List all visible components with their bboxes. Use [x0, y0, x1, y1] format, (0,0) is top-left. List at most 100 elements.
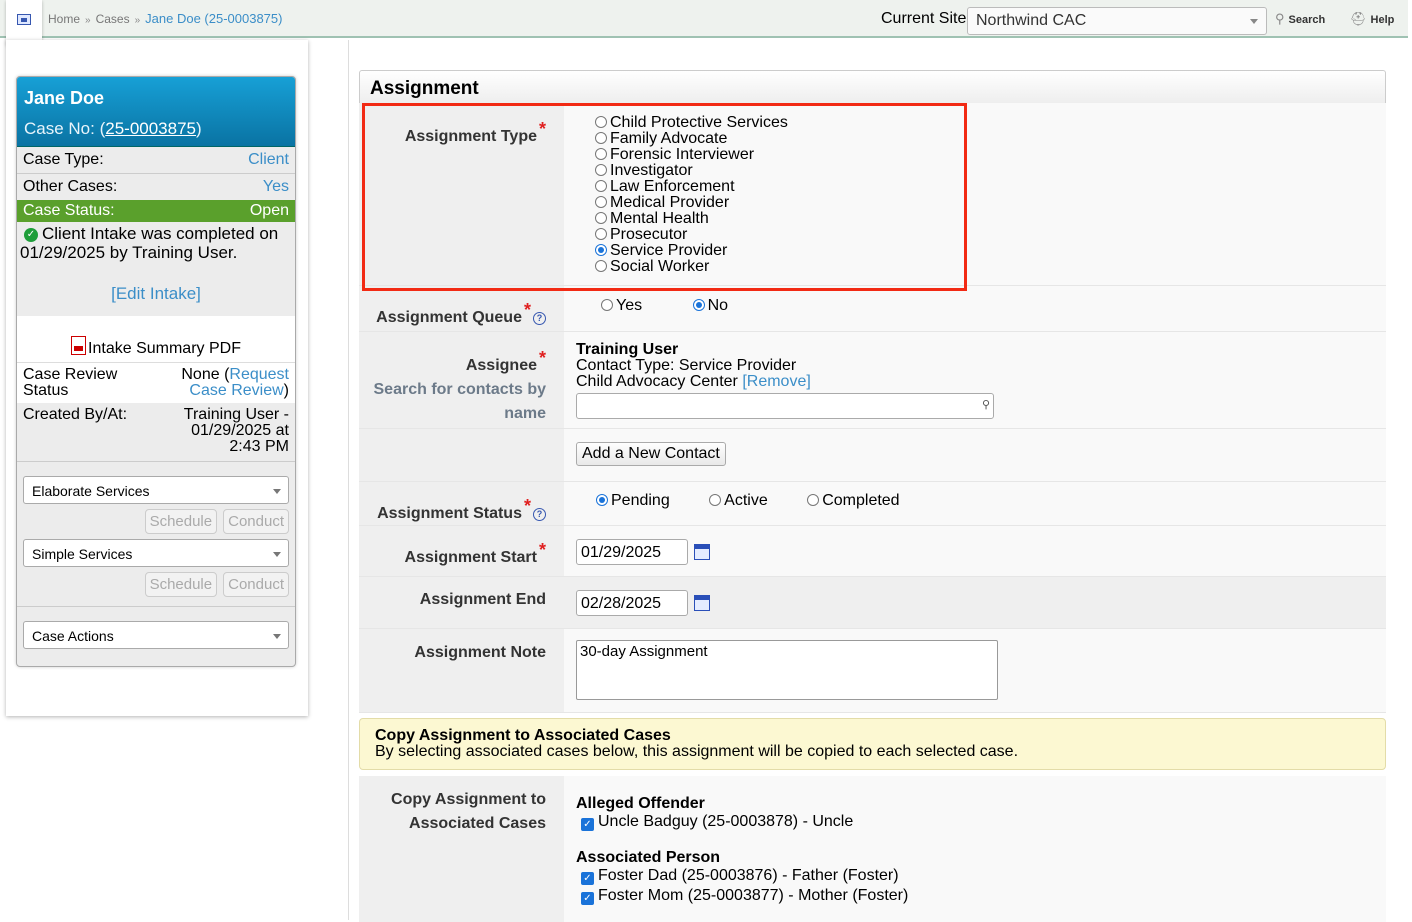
required-icon: * [523, 496, 531, 516]
calendar-icon[interactable] [694, 595, 710, 611]
edit-intake-label[interactable]: [Edit Intake] [111, 284, 201, 303]
queue-no-option[interactable]: No [692, 297, 729, 314]
search-icon: ⚲ [1275, 11, 1285, 26]
divider [17, 461, 295, 462]
option-label: Completed [822, 492, 900, 509]
schedule-button[interactable]: Schedule [144, 572, 218, 597]
radio-icon[interactable] [595, 132, 607, 144]
case-review-row: Case Review Status None (Request Case Rev… [17, 362, 295, 403]
radio-icon[interactable] [595, 148, 607, 160]
radio-selected-icon[interactable] [596, 494, 608, 506]
start-date-input[interactable]: 01/29/2025 [576, 539, 688, 565]
other-cases-label: Other Cases: [23, 178, 118, 195]
search-link[interactable]: ⚲ Search [1275, 11, 1325, 27]
assignment-note-textarea[interactable]: 30-day Assignment [576, 640, 998, 700]
assignment-type-option[interactable]: Social Worker [595, 259, 1386, 275]
chevron-down-icon [273, 634, 281, 639]
assignee-label-text: Assignee [465, 357, 537, 374]
copy-notice-desc: By selecting associated cases below, thi… [375, 743, 1019, 760]
conduct-button[interactable]: Conduct [223, 509, 289, 534]
breadcrumb-home[interactable]: Home [48, 12, 80, 26]
radio-icon[interactable] [595, 260, 607, 272]
assignment-type-option[interactable]: Medical Provider [595, 195, 1386, 211]
case-type-value[interactable]: Client [248, 151, 289, 169]
assignment-type-option[interactable]: Child Protective Services [595, 115, 1386, 131]
breadcrumb-separator-icon: » [134, 15, 141, 26]
assignment-type-option[interactable]: Forensic Interviewer [595, 147, 1386, 163]
option-label: Law Enforcement [610, 178, 735, 195]
copy-cases-row: Copy Assignment to Associated Cases Alle… [359, 776, 1386, 922]
checkbox-checked-icon[interactable]: ✓ [581, 892, 594, 905]
case-number-link[interactable]: 25-0003875 [105, 119, 196, 138]
assignment-queue-options: Yes No [564, 286, 1386, 331]
copy-case-item[interactable]: ✓ Foster Dad (25-0003876) - Father (Foste… [576, 866, 1374, 886]
case-no-prefix: Case No: ( [24, 119, 106, 138]
copy-case-label: Foster Mom (25-0003877) - Mother (Foster… [598, 887, 909, 904]
edit-intake-link[interactable]: [Edit Intake] [17, 284, 295, 316]
case-no-suffix: ) [196, 119, 202, 138]
option-label: Investigator [610, 162, 693, 179]
conduct-button[interactable]: Conduct [223, 572, 289, 597]
queue-yes-option[interactable]: Yes [601, 297, 642, 314]
end-date-input[interactable]: 02/28/2025 [576, 590, 688, 616]
add-new-contact-button[interactable]: Add a New Contact [576, 442, 726, 466]
help-icon[interactable]: ? [533, 312, 546, 325]
radio-icon[interactable] [595, 212, 607, 224]
assignment-type-option[interactable]: Service Provider [595, 243, 1386, 259]
assignment-status-options: Pending Active Completed [564, 482, 1386, 525]
assignment-end-label: Assignment End [359, 577, 564, 628]
assignment-type-option[interactable]: Prosecutor [595, 227, 1386, 243]
case-review-value: None (Request Case Review) [169, 367, 289, 399]
copy-case-item[interactable]: ✓ Foster Mom (25-0003877) - Mother (Foste… [576, 886, 1374, 906]
help-icon[interactable]: ? [533, 508, 546, 521]
option-label: Medical Provider [610, 194, 730, 211]
help-link[interactable]: ⛑ Help [1350, 11, 1394, 27]
current-site-select[interactable]: Northwind CAC [967, 7, 1267, 35]
assignment-status-row: Assignment Status *? Pending Active Compl… [359, 482, 1386, 526]
radio-icon[interactable] [807, 494, 820, 506]
assignment-type-option[interactable]: Family Advocate [595, 131, 1386, 147]
case-actions-select[interactable]: Case Actions [23, 621, 289, 649]
assignment-note-row: Assignment Note 30-day Assignment [359, 629, 1386, 713]
add-contact-cell: Add a New Contact [564, 429, 1386, 481]
case-status-value: Open [249, 202, 289, 219]
simple-services-select[interactable]: Simple Services [23, 539, 289, 567]
other-cases-value[interactable]: Yes [263, 178, 289, 196]
option-label: Active [724, 492, 768, 509]
assignment-start-label: Assignment Start * [359, 526, 564, 576]
breadcrumb-cases[interactable]: Cases [96, 12, 130, 26]
case-status-label: Case Status: [23, 202, 115, 219]
contact-search-input[interactable]: ⚲ [576, 393, 994, 419]
option-label: Yes [616, 297, 643, 314]
radio-icon[interactable] [601, 299, 613, 311]
elaborate-services-select[interactable]: Elaborate Services [23, 476, 289, 504]
status-pending-option[interactable]: Pending [596, 492, 670, 509]
radio-icon[interactable] [595, 164, 607, 176]
simple-services-value: Simple Services [32, 546, 133, 562]
radio-icon[interactable] [709, 494, 722, 506]
status-active-option[interactable]: Active [709, 492, 768, 509]
case-type-row: Case Type: Client [17, 147, 295, 173]
radio-icon[interactable] [595, 196, 607, 208]
copy-case-item[interactable]: ✓ Uncle Badguy (25-0003878) - Uncle [576, 812, 1374, 832]
checkbox-checked-icon[interactable]: ✓ [581, 818, 594, 831]
radio-icon[interactable] [595, 228, 607, 240]
option-label: No [707, 297, 729, 314]
assignment-type-option[interactable]: Investigator [595, 163, 1386, 179]
intake-pdf-link[interactable]: Intake Summary PDF [17, 316, 295, 362]
checkbox-checked-icon[interactable]: ✓ [581, 872, 594, 885]
radio-selected-icon[interactable] [595, 244, 607, 256]
radio-selected-icon[interactable] [692, 299, 705, 311]
radio-icon[interactable] [595, 116, 607, 128]
assignment-type-option[interactable]: Law Enforcement [595, 179, 1386, 195]
required-icon: * [538, 540, 546, 560]
breadcrumb-separator-icon: » [85, 15, 91, 26]
remove-assignee-link[interactable]: [Remove] [742, 373, 810, 390]
status-completed-option[interactable]: Completed [807, 492, 900, 509]
schedule-button[interactable]: Schedule [144, 509, 218, 534]
radio-icon[interactable] [595, 180, 607, 192]
assignment-type-option[interactable]: Mental Health [595, 211, 1386, 227]
chevron-down-icon [273, 489, 281, 494]
check-circle-icon: ✓ [24, 227, 38, 242]
calendar-icon[interactable] [694, 544, 710, 560]
